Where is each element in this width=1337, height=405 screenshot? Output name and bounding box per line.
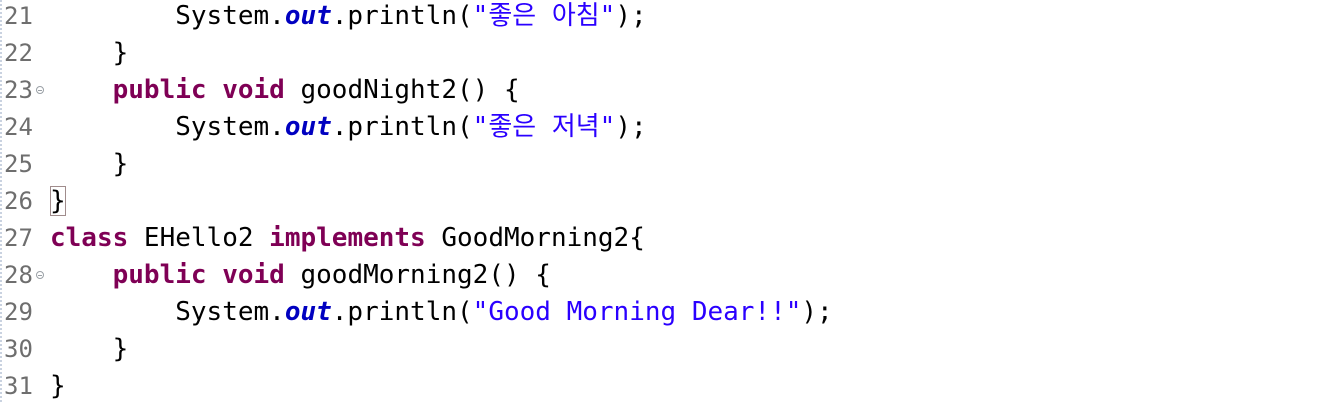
code-text: public void goodMorning2() { [50,257,551,294]
code-line[interactable]: 31} [0,368,1337,405]
code-token: goodNight2() { [284,75,520,105]
code-text: System.out.println("좋은 저녁"); [50,109,647,146]
code-token: ); [615,1,647,31]
line-number: 27 [4,224,33,252]
code-token: System. [175,297,285,327]
code-line[interactable]: 29 System.out.println("Good Morning Dear… [0,294,1337,331]
code-line[interactable]: 22 } [0,35,1337,72]
code-text: class EHello2 implements GoodMorning2{ [50,220,645,257]
code-token: } [112,38,129,68]
code-text: System.out.println("좋은 아침"); [50,0,647,35]
keyword-token: public [112,260,207,290]
matched-bracket: } [50,186,66,216]
code-token: System. [175,1,285,31]
code-token: System. [175,112,285,142]
line-number: 24 [4,113,33,141]
keyword-token: public [112,75,207,105]
code-line[interactable]: 21 System.out.println("좋은 아침"); [0,0,1337,35]
keyword-token: void [222,75,285,105]
code-text: public void goodNight2() { [50,72,520,109]
code-line[interactable]: 25 } [0,146,1337,183]
line-number: 30 [4,335,33,363]
keyword-token: implements [269,223,426,253]
code-token: } [112,334,129,364]
code-text: } [50,183,66,220]
code-token: } [112,149,129,179]
line-number: 21 [4,2,33,30]
code-token: goodMorning2() { [284,260,551,290]
code-token: .println( [331,297,473,327]
code-line[interactable]: 28 public void goodMorning2() { [0,257,1337,294]
field-token: out [284,1,332,31]
code-line[interactable]: 26} [0,183,1337,220]
keyword-token: class [50,223,129,253]
string-token: "Good Morning Dear!!" [472,297,802,327]
code-text: } [50,368,66,405]
code-text: } [50,331,129,368]
code-token: .println( [331,112,473,142]
code-editor[interactable]: 21 System.out.println("좋은 아침"); 22 } 23 pu… [0,0,1337,405]
line-number: 25 [4,150,33,178]
code-token: .println( [331,1,473,31]
string-token: "좋은 저녁" [472,112,616,142]
code-line[interactable]: 30 } [0,331,1337,368]
collapse-circle-icon[interactable] [36,86,44,94]
line-number: 29 [4,298,33,326]
code-line[interactable]: 23 public void goodNight2() { [0,72,1337,109]
code-token: ); [801,297,833,327]
line-number: 22 [4,39,33,67]
collapse-circle-icon[interactable] [36,271,44,279]
code-token: GoodMorning2{ [425,223,645,253]
line-number: 31 [4,372,33,400]
code-line[interactable]: 24 System.out.println("좋은 저녁"); [0,109,1337,146]
field-token: out [284,112,332,142]
code-token: } [50,371,66,401]
code-text: } [50,35,129,72]
code-line[interactable]: 27 class EHello2 implements GoodMorning2{ [0,220,1337,257]
string-token: "좋은 아침" [472,1,616,31]
line-number: 26 [4,187,33,215]
code-token: EHello2 [128,223,270,253]
code-text: System.out.println("Good Morning Dear!!"… [50,294,833,331]
code-token: ); [615,112,647,142]
keyword-token: void [222,260,285,290]
field-token: out [284,297,332,327]
code-text: } [50,146,129,183]
